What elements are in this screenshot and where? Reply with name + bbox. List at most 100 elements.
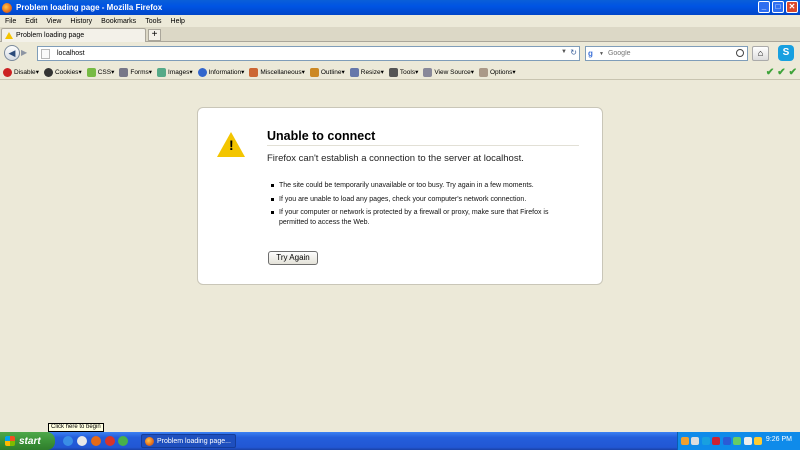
information-icon [197,67,207,77]
tools-icon [388,67,398,77]
taskbar-item-label: Problem loading page... [157,437,231,445]
back-button[interactable]: ◀ [4,45,20,61]
html-valid-check-icon[interactable]: ✔ [789,67,797,78]
dev-information-menu[interactable]: Information ▾ [197,67,244,77]
tray-skype-icon[interactable] [701,437,710,445]
search-icon[interactable] [736,49,744,57]
menu-view[interactable]: View [46,18,61,25]
google-icon[interactable]: g [588,49,598,59]
tab-problem-loading[interactable]: Problem loading page [1,28,146,42]
window-title: Problem loading page - Mozilla Firefox [16,3,163,12]
dev-images-menu[interactable]: Images ▾ [157,67,193,77]
menu-help[interactable]: Help [171,18,185,25]
images-icon [157,67,167,77]
start-label: start [19,435,41,447]
start-tooltip: Click here to begin [48,423,104,432]
try-again-button[interactable]: Try Again [268,251,318,265]
url-text[interactable]: localhost [57,50,85,57]
dev-outline-label: Outline [320,68,342,76]
dev-css-menu[interactable]: CSS ▾ [86,67,114,77]
resize-icon [349,67,359,77]
search-bar[interactable]: g ▼ [585,46,748,61]
windows-logo-icon [5,436,15,446]
skype-icon[interactable]: S [778,45,794,61]
reload-icon[interactable]: ↻ [570,48,577,57]
maximize-button[interactable]: □ [772,1,784,13]
menu-file[interactable]: File [5,18,16,25]
dev-miscellaneous-label: Miscellaneous [260,68,302,76]
forms-icon [119,67,129,77]
search-input[interactable] [607,50,733,57]
dev-outline-menu[interactable]: Outline ▾ [309,67,345,77]
error-description: Firefox can't establish a connection to … [267,153,524,164]
tray-bluetooth-icon[interactable] [722,437,731,445]
url-bar[interactable]: localhost ▼ ↻ [37,46,580,61]
home-button[interactable]: ⌂ [752,46,769,61]
suggestion-item: If your computer or network is protected… [271,208,571,227]
options-icon [478,67,488,77]
dev-options-menu[interactable]: Options ▾ [478,67,516,77]
dev-disable-menu[interactable]: Disable ▾ [3,67,39,77]
error-title: Unable to connect [267,129,376,143]
dev-information-label: Information [208,68,242,76]
tray-volume-icon[interactable] [743,437,752,445]
media-quicklaunch-icon[interactable] [77,436,87,446]
dev-tools-menu[interactable]: Tools ▾ [388,67,418,77]
forward-button[interactable]: ▶ [21,48,27,57]
menu-history[interactable]: History [70,18,92,25]
error-suggestions: The site could be temporarily unavailabl… [271,181,571,231]
system-tray: 9:26 PM [677,432,800,450]
suggestion-item: If you are unable to load any pages, che… [271,195,571,205]
css-valid-check-icon[interactable]: ✔ [766,67,774,78]
firefox-icon [2,2,12,13]
firefox-quicklaunch-icon[interactable] [91,436,101,446]
firefox-icon [145,436,154,446]
tray-network-icon[interactable] [680,437,689,445]
dev-view-source-label: View Source [434,68,471,76]
suggestion-item: The site could be temporarily unavailabl… [271,181,571,191]
menubar: File Edit View History Bookmarks Tools H… [0,15,800,27]
close-button[interactable]: ✕ [786,1,798,13]
disable-icon [3,67,12,77]
clock[interactable]: 9:26 PM [766,436,792,443]
history-dropdown-icon[interactable]: ▼ [561,49,567,55]
tab-label: Problem loading page [16,32,85,39]
dev-resize-menu[interactable]: Resize ▾ [349,67,384,77]
page-content: ! Unable to connect Firefox can't establ… [0,81,800,432]
menu-edit[interactable]: Edit [25,18,37,25]
dev-cookies-menu[interactable]: Cookies ▾ [43,67,82,77]
dev-tools-label: Tools [399,68,416,76]
outline-icon [309,67,319,77]
dev-forms-menu[interactable]: Forms ▾ [119,67,152,77]
dev-disable-label: Disable [14,68,36,76]
dev-miscellaneous-menu[interactable]: Miscellaneous ▾ [249,67,305,77]
window-titlebar[interactable]: Problem loading page - Mozilla Firefox _… [0,0,800,15]
chrome-quicklaunch-icon[interactable] [118,436,128,446]
taskbar: start Problem loading page... 9:26 PM [0,432,800,450]
tab-strip: Problem loading page + [0,27,800,42]
menu-tools[interactable]: Tools [145,18,161,25]
start-button[interactable]: start [0,432,55,450]
tray-security-icon[interactable] [712,437,720,445]
tray-app-icon[interactable] [754,437,762,445]
taskbar-firefox-window[interactable]: Problem loading page... [141,434,236,448]
tray-mail-icon[interactable] [691,437,699,445]
tray-messenger-icon[interactable] [733,437,741,445]
navigation-bar: ◀ ▶ localhost ▼ ↻ g ▼ ⌂ S [0,43,800,65]
opera-quicklaunch-icon[interactable] [105,436,115,446]
validation-status: ✔ ✔ ✔ [766,67,797,78]
js-valid-check-icon[interactable]: ✔ [777,67,785,78]
dev-view-source-menu[interactable]: View Source ▾ [423,67,474,77]
search-engine-dropdown-icon[interactable]: ▼ [599,51,604,57]
menu-bookmarks[interactable]: Bookmarks [101,18,136,25]
page-icon [41,48,50,59]
error-panel: ! Unable to connect Firefox can't establ… [197,107,603,285]
web-developer-toolbar: Disable ▾ Cookies ▾ CSS ▾ Forms ▾ Images ▾ In… [0,65,800,80]
warning-icon [5,32,13,39]
cookies-icon [43,67,53,77]
new-tab-button[interactable]: + [148,29,161,41]
dev-options-label: Options [489,68,513,76]
minimize-button[interactable]: _ [758,1,770,13]
dev-forms-label: Forms [130,68,149,76]
ie-quicklaunch-icon[interactable] [63,436,73,446]
